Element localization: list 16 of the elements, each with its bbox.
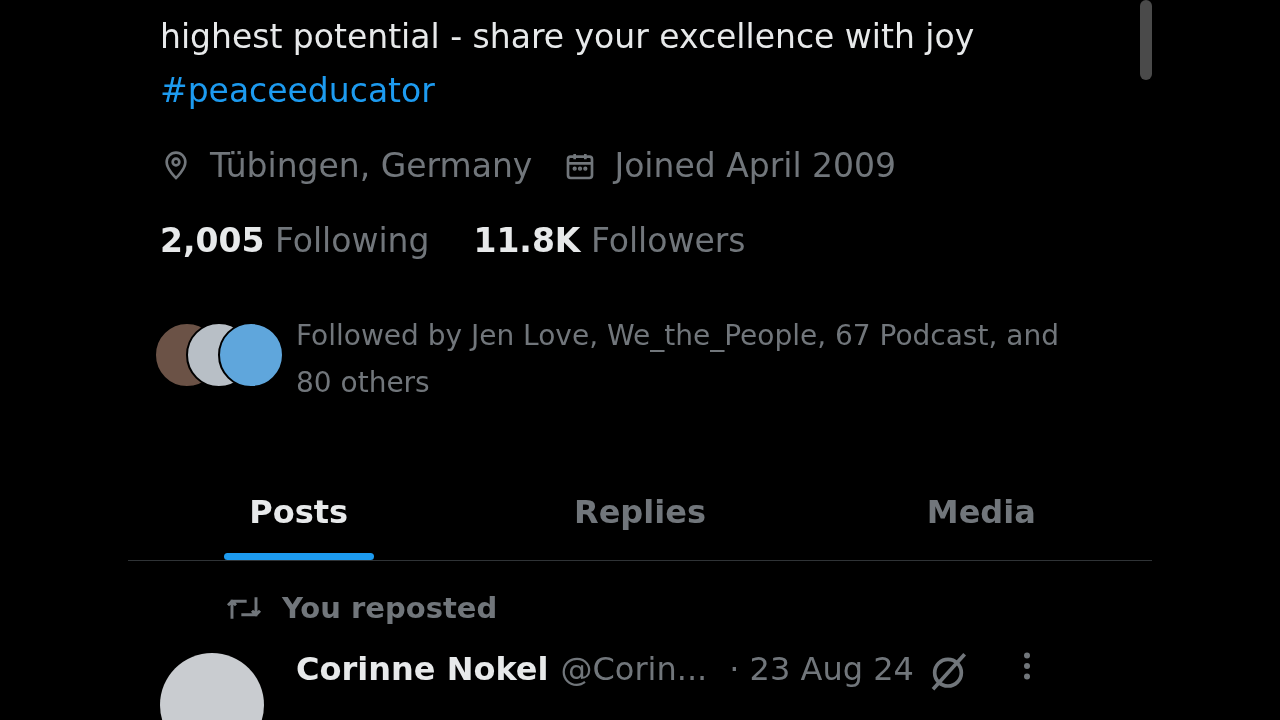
more-icon[interactable] bbox=[1021, 651, 1032, 681]
post-date[interactable]: · 23 Aug 24 bbox=[729, 649, 914, 689]
tab[interactable]: Posts bbox=[128, 464, 470, 560]
bio-text: highest potential - share your excellence with joy bbox=[160, 16, 976, 58]
author-name[interactable]: Corinne Nokel bbox=[296, 649, 549, 689]
meta-label: Tübingen, Germany bbox=[210, 146, 533, 185]
scrollbar[interactable] bbox=[1140, 0, 1152, 80]
meta-label: Joined April 2009 bbox=[614, 146, 897, 185]
stat-link[interactable]: 2,005 Following bbox=[160, 221, 430, 260]
author-handle[interactable]: @Corin... bbox=[560, 649, 708, 689]
tab[interactable]: Media bbox=[810, 464, 1152, 560]
tab[interactable]: Replies bbox=[469, 464, 811, 560]
followed-by-text[interactable]: Followed by Jen Love, We_the_People, 67 Podcast, and 80 others bbox=[296, 312, 1096, 406]
hashtag-link[interactable]: #peaceeducator bbox=[160, 64, 435, 118]
stat-link[interactable]: 11.8K Followers bbox=[473, 221, 746, 260]
repost-context: You reposted bbox=[282, 591, 498, 625]
